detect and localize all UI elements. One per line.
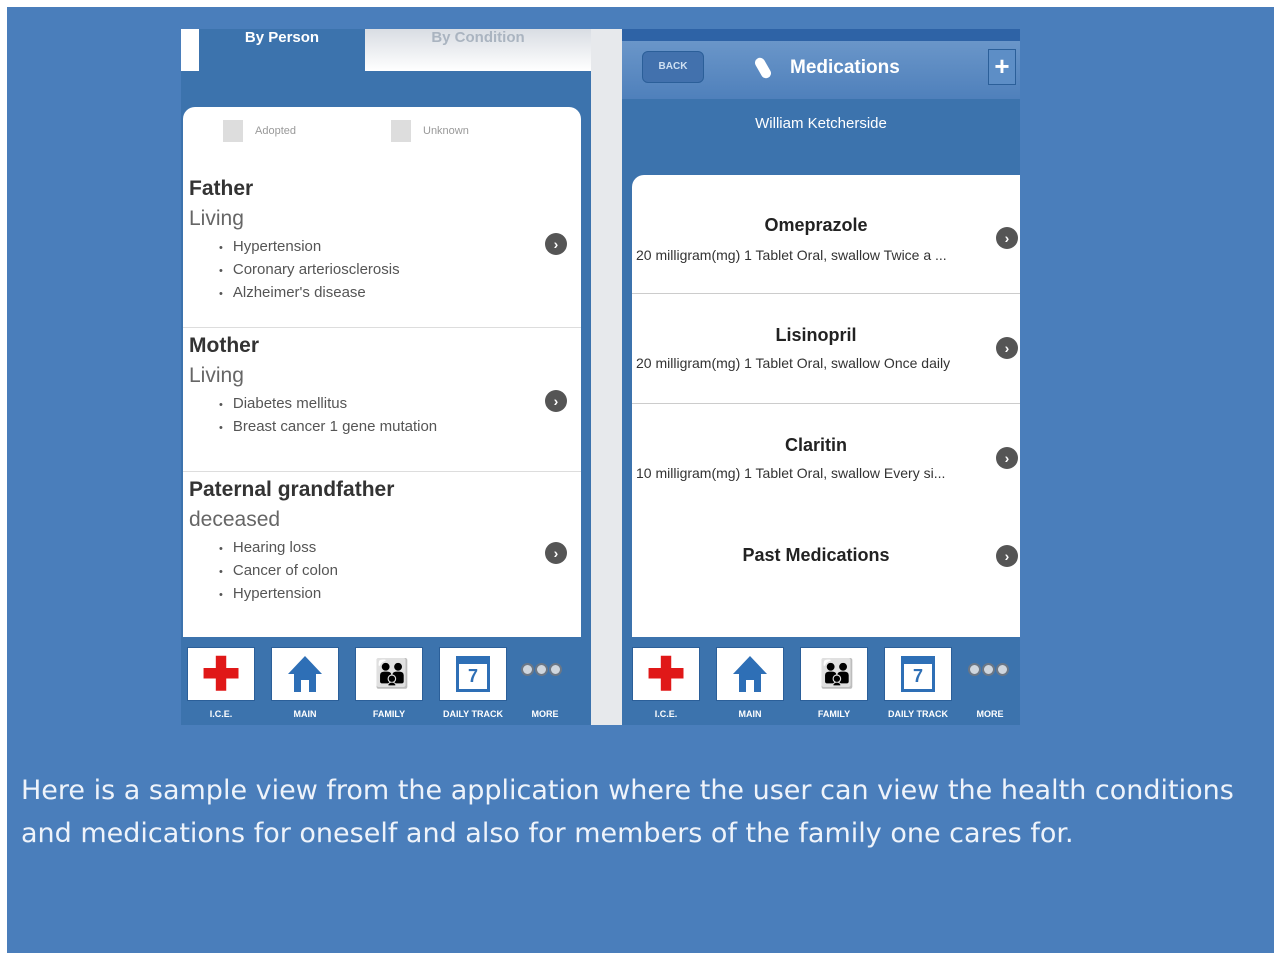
tab-label: By Person [244, 29, 320, 46]
medication-detail: 20 milligram(mg) 1 Tablet Oral, swallow … [636, 355, 951, 371]
tab-label: FAMILY [372, 709, 406, 719]
chevron-right-icon[interactable]: › [996, 227, 1018, 249]
navigation-bar: BACK Medications + [622, 41, 1020, 99]
more-dots-icon[interactable] [521, 663, 563, 681]
condition-item: Cancer of colon [219, 559, 338, 582]
legend-unknown: Unknown [391, 120, 469, 142]
chevron-right-icon[interactable]: › [996, 337, 1018, 359]
bottom-tab-bar: ✚ I.C.E. MAIN 👪 FAMILY 7 DAILY TRACK MOR… [622, 637, 1020, 725]
chevron-right-icon[interactable]: › [996, 447, 1018, 469]
tab-label: DAILY TRACK [887, 709, 948, 719]
main-button[interactable] [271, 647, 339, 701]
ice-button[interactable]: ✚ [632, 647, 700, 701]
legend-label: Unknown [423, 124, 469, 137]
red-cross-icon: ✚ [646, 648, 686, 700]
main-button[interactable] [716, 647, 784, 701]
page-title: Medications [790, 57, 900, 78]
past-medications-label: Past Medications [742, 545, 890, 565]
condition-list: Hearing loss Cancer of colon Hypertensio… [219, 536, 338, 605]
slide-caption: Here is a sample view from the applicati… [21, 775, 1234, 849]
chevron-right-icon[interactable]: › [545, 542, 567, 564]
pill-icon [753, 55, 773, 81]
adopted-swatch-icon [223, 120, 243, 142]
family-button[interactable]: 👪 [355, 647, 423, 701]
member-name: Father [189, 177, 254, 200]
tab-label: MAIN [738, 709, 762, 719]
family-member-row[interactable]: Father Living Hypertension Coronary arte… [183, 171, 581, 327]
family-history-screen: By Person By Condition Adopted Unknown F… [181, 29, 591, 725]
member-status: deceased [189, 508, 281, 531]
tab-by-condition[interactable]: By Condition [365, 29, 591, 71]
legend-label: Adopted [255, 124, 296, 137]
condition-item: Hypertension [219, 582, 338, 605]
condition-item: Hearing loss [219, 536, 338, 559]
tab-by-person[interactable]: By Person [199, 29, 365, 91]
chevron-right-icon[interactable]: › [545, 233, 567, 255]
medication-name: Claritin [784, 435, 847, 455]
daily-track-button[interactable]: 7 [439, 647, 507, 701]
tab-label: FAMILY [817, 709, 851, 719]
chevron-right-icon[interactable]: › [545, 390, 567, 412]
ice-button[interactable]: ✚ [187, 647, 255, 701]
condition-list: Diabetes mellitus Breast cancer 1 gene m… [219, 392, 437, 438]
past-medications-row[interactable]: Past Medications › [632, 513, 1020, 603]
tab-label: MORE [976, 709, 1004, 719]
unknown-swatch-icon [391, 120, 411, 142]
family-member-row[interactable]: Paternal grandfather deceased Hearing lo… [183, 471, 581, 638]
medication-row[interactable]: Claritin 10 milligram(mg) 1 Tablet Oral,… [632, 403, 1020, 513]
more-dots-icon[interactable] [968, 663, 1010, 681]
tab-label: I.C.E. [209, 709, 233, 719]
tab-label: MAIN [293, 709, 317, 719]
red-cross-icon: ✚ [201, 648, 241, 700]
condition-list: Hypertension Coronary arteriosclerosis A… [219, 235, 400, 304]
tab-label: By Condition [431, 29, 525, 46]
calendar-icon: 7 [456, 656, 490, 692]
member-status: Living [189, 364, 244, 387]
tab-label: MORE [531, 709, 559, 719]
condition-item: Hypertension [219, 235, 400, 258]
member-status: Living [189, 207, 244, 230]
daily-track-button[interactable]: 7 [884, 647, 952, 701]
family-icon: 👪 [374, 658, 410, 689]
calendar-icon: 7 [901, 656, 935, 692]
condition-item: Breast cancer 1 gene mutation [219, 415, 437, 438]
family-member-row[interactable]: Mother Living Diabetes mellitus Breast c… [183, 327, 581, 472]
medication-name: Omeprazole [764, 215, 868, 235]
medication-name: Lisinopril [775, 325, 857, 345]
bottom-tab-bar: ✚ I.C.E. MAIN 👪 FAMILY 7 DAILY TRACK MOR… [181, 637, 591, 725]
condition-item: Diabetes mellitus [219, 392, 437, 415]
slide-background: By Person By Condition Adopted Unknown F… [7, 7, 1274, 953]
chevron-right-icon[interactable]: › [996, 545, 1018, 567]
condition-item: Alzheimer's disease [219, 281, 400, 304]
condition-item: Coronary arteriosclerosis [219, 258, 400, 281]
member-name: Paternal grandfather [189, 478, 395, 501]
family-icon: 👪 [819, 658, 855, 689]
medication-row[interactable]: Lisinopril 20 milligram(mg) 1 Tablet Ora… [632, 293, 1020, 404]
patient-name: William Ketcherside [755, 115, 887, 132]
family-members-list: Adopted Unknown Father Living Hypertensi… [183, 107, 581, 637]
medication-row[interactable]: Omeprazole 20 milligram(mg) 1 Tablet Ora… [632, 175, 1020, 294]
plus-icon[interactable]: + [988, 49, 1016, 85]
tab-label: DAILY TRACK [442, 709, 503, 719]
back-button[interactable]: BACK [642, 51, 704, 83]
medication-detail: 10 milligram(mg) 1 Tablet Oral, swallow … [636, 465, 946, 481]
tab-label: I.C.E. [654, 709, 678, 719]
family-button[interactable]: 👪 [800, 647, 868, 701]
house-icon [288, 656, 322, 692]
medication-list: Omeprazole 20 milligram(mg) 1 Tablet Ora… [632, 175, 1020, 637]
medications-screen: BACK Medications + William Ketcherside O… [622, 29, 1020, 725]
medication-detail: 20 milligram(mg) 1 Tablet Oral, swallow … [636, 247, 947, 263]
screen-divider [591, 29, 622, 725]
house-icon [733, 656, 767, 692]
member-name: Mother [189, 334, 259, 357]
legend-adopted: Adopted [223, 120, 296, 142]
segment-control: By Person By Condition [181, 29, 591, 91]
